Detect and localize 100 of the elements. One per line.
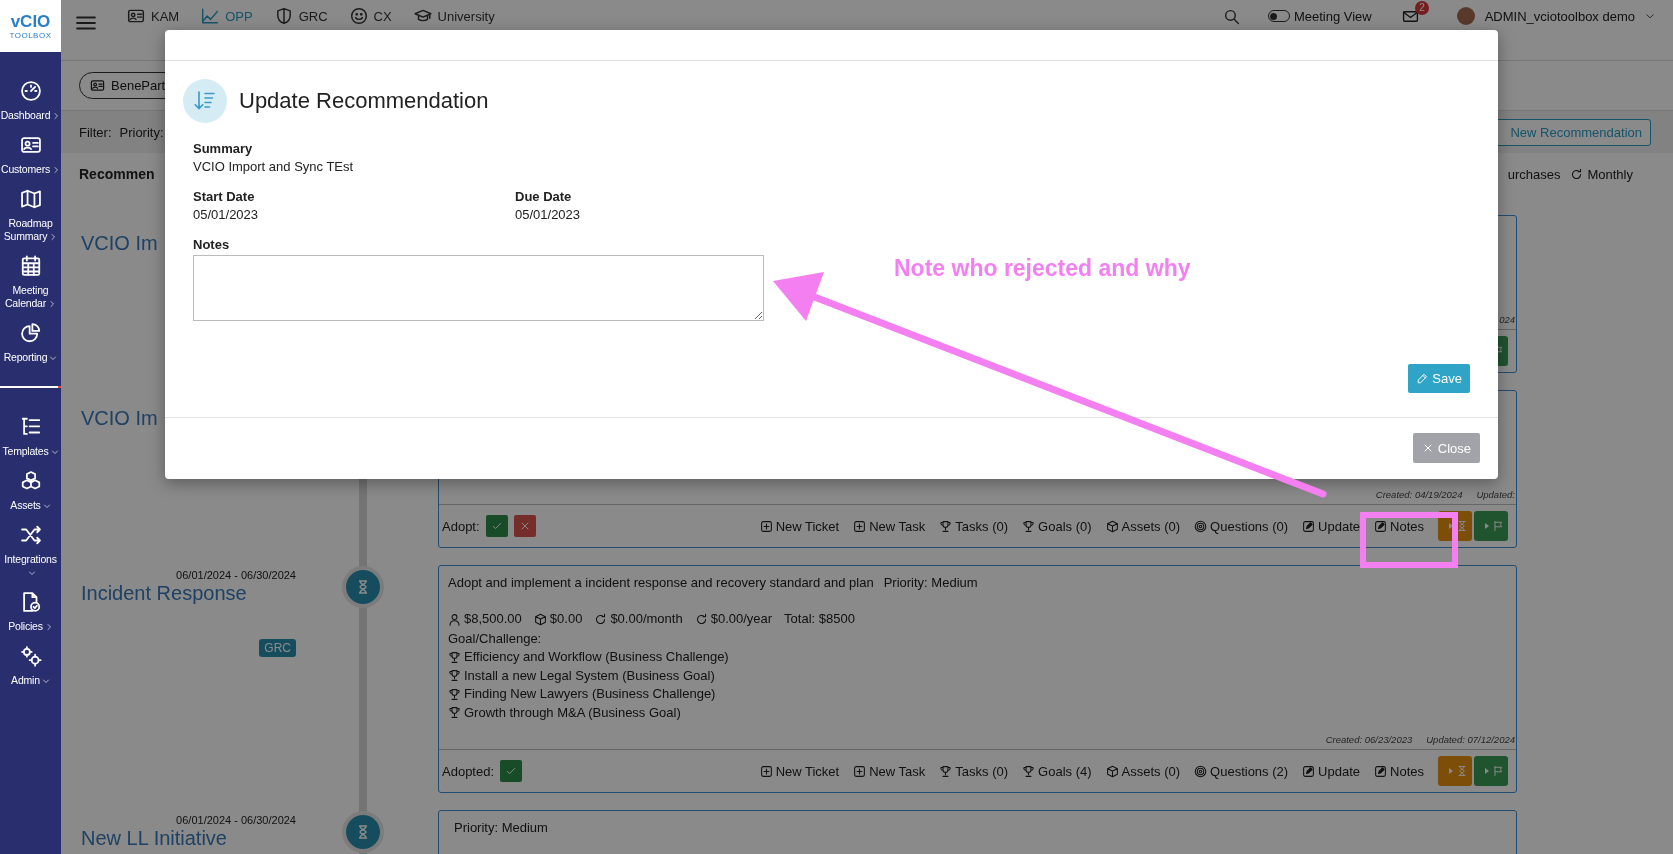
- goal-item: Efficiency and Workflow (Business Challenge): [464, 648, 729, 666]
- trophy-icon: [448, 706, 461, 720]
- target-icon: [1194, 519, 1208, 533]
- updated-date: 024: [1499, 314, 1515, 325]
- adopt-label: Adopted:: [442, 763, 495, 779]
- check-icon: [490, 520, 503, 532]
- priority-text: Priority: Medium: [883, 574, 978, 592]
- reject-button[interactable]: [513, 515, 536, 537]
- view-link[interactable]: Monthly: [1570, 166, 1633, 182]
- cost-value: Total: $8500: [784, 610, 855, 628]
- edit-icon: [1374, 764, 1388, 778]
- recommendation-title[interactable]: Incident Response: [81, 581, 342, 605]
- cost-value: $0.00/year: [710, 610, 773, 628]
- filter-label: Filter:: [79, 124, 112, 140]
- edit-icon: [1302, 764, 1316, 778]
- goal-item: Install a new Legal System (Business Goal): [464, 666, 715, 685]
- adopt-label: Adopt:: [442, 518, 480, 534]
- sidebar-item[interactable]: Admin: [0, 645, 61, 687]
- date-range: 06/01/2024 - 06/30/2024: [176, 569, 296, 581]
- action-link[interactable]: Notes: [1374, 518, 1424, 534]
- logo[interactable]: vCIO TOOLBOX: [0, 0, 61, 52]
- target-icon: [1194, 764, 1208, 778]
- search-icon: [1222, 7, 1240, 25]
- user-name[interactable]: ADMIN_vciotoolbox demo: [1484, 8, 1635, 24]
- search-button[interactable]: [1222, 7, 1240, 25]
- action-link[interactable]: New Ticket: [759, 518, 840, 534]
- sidebar-item[interactable]: Assets: [0, 470, 61, 512]
- field-label: Notes: [193, 236, 231, 254]
- action-link[interactable]: Notes: [1374, 763, 1424, 779]
- action-link[interactable]: Tasks (0): [939, 518, 1009, 534]
- flag-button[interactable]: [1474, 756, 1508, 786]
- plus-square-icon: [759, 519, 773, 533]
- action-link[interactable]: Assets (0): [1105, 518, 1181, 534]
- cubes-icon: [19, 470, 42, 492]
- gears-icon: [19, 645, 42, 667]
- shield-icon: [274, 7, 293, 25]
- sidebar-item[interactable]: Integrations: [0, 524, 61, 579]
- cube-icon: [1105, 519, 1119, 533]
- trophy-icon: [939, 764, 953, 778]
- action-link[interactable]: Goals (4): [1022, 763, 1092, 779]
- action-link[interactable]: New Ticket: [759, 763, 840, 779]
- notification-badge: 2: [1415, 0, 1429, 15]
- calendar-icon: [19, 255, 42, 277]
- list-icon: [19, 416, 42, 438]
- trophy-icon: [1022, 764, 1036, 778]
- hourglass-icon: [1456, 765, 1468, 777]
- smiley-icon: [349, 7, 368, 25]
- action-link[interactable]: Update: [1302, 763, 1361, 779]
- nav-tab[interactable]: CX: [349, 7, 392, 25]
- adopted-check[interactable]: [500, 760, 523, 782]
- cost-value: $0.00: [549, 610, 583, 628]
- cube-icon: [533, 612, 547, 626]
- trophy-icon: [448, 687, 461, 701]
- section-title: Recommen: [79, 166, 155, 182]
- sidebar-item[interactable]: Roadmap Summary: [0, 188, 61, 243]
- created-date: Created: 06/23/2023: [1325, 734, 1413, 745]
- sidebar-item[interactable]: Customers: [0, 134, 61, 176]
- action-link[interactable]: New Task: [853, 518, 926, 534]
- updated-date: Updated:: [1476, 489, 1515, 500]
- sidebar-item[interactable]: Dashboard: [0, 80, 61, 122]
- check-icon: [505, 765, 518, 777]
- map-icon: [19, 188, 42, 210]
- sidebar-item[interactable]: Templates: [0, 416, 61, 458]
- sidebar-item[interactable]: Policies: [0, 591, 61, 633]
- updated-date: Updated: 07/12/2024: [1426, 734, 1515, 745]
- sidebar-item[interactable]: Meeting Calendar: [0, 255, 61, 310]
- save-button[interactable]: Save: [1408, 364, 1470, 393]
- flag-button[interactable]: [1474, 511, 1508, 541]
- field-value: VCIO Import and Sync TEst: [193, 158, 355, 176]
- refresh-icon: [1570, 167, 1584, 181]
- nav-tab[interactable]: GRC: [274, 7, 328, 25]
- notes-field[interactable]: [193, 255, 764, 321]
- id-card-icon: [127, 7, 145, 25]
- action-link[interactable]: Tasks (0): [939, 763, 1009, 779]
- action-link[interactable]: Questions (2): [1194, 763, 1289, 779]
- cost-value: $0.00/month: [610, 610, 683, 628]
- field-label: Due Date: [515, 188, 573, 206]
- id-card-icon: [90, 78, 105, 93]
- modal-title: Update Recommendation: [239, 88, 489, 114]
- action-link[interactable]: Assets (0): [1105, 763, 1181, 779]
- refresh-icon: [694, 612, 708, 626]
- trophy-icon: [448, 650, 461, 664]
- action-link[interactable]: Questions (0): [1194, 518, 1289, 534]
- view-link[interactable]: urchases: [1507, 166, 1561, 182]
- action-link[interactable]: Update: [1302, 518, 1361, 534]
- edit-icon: [1302, 519, 1316, 533]
- action-link[interactable]: Goals (0): [1022, 518, 1092, 534]
- nav-tab[interactable]: KAM: [127, 7, 180, 25]
- goal-heading: Goal/Challenge:: [448, 630, 543, 648]
- plus-square-icon: [759, 764, 773, 778]
- recommendation-title[interactable]: New LL Initiative: [81, 826, 342, 850]
- person-icon: [448, 612, 461, 626]
- chart-icon: [201, 7, 220, 25]
- action-link[interactable]: New Task: [853, 763, 926, 779]
- accept-button[interactable]: [485, 515, 508, 537]
- category-tag: GRC: [259, 639, 296, 657]
- hourglass-button[interactable]: [1438, 756, 1472, 786]
- sidebar-item[interactable]: Reporting: [0, 322, 61, 364]
- nav-tab[interactable]: University: [413, 7, 495, 25]
- edit-icon: [1374, 519, 1388, 533]
